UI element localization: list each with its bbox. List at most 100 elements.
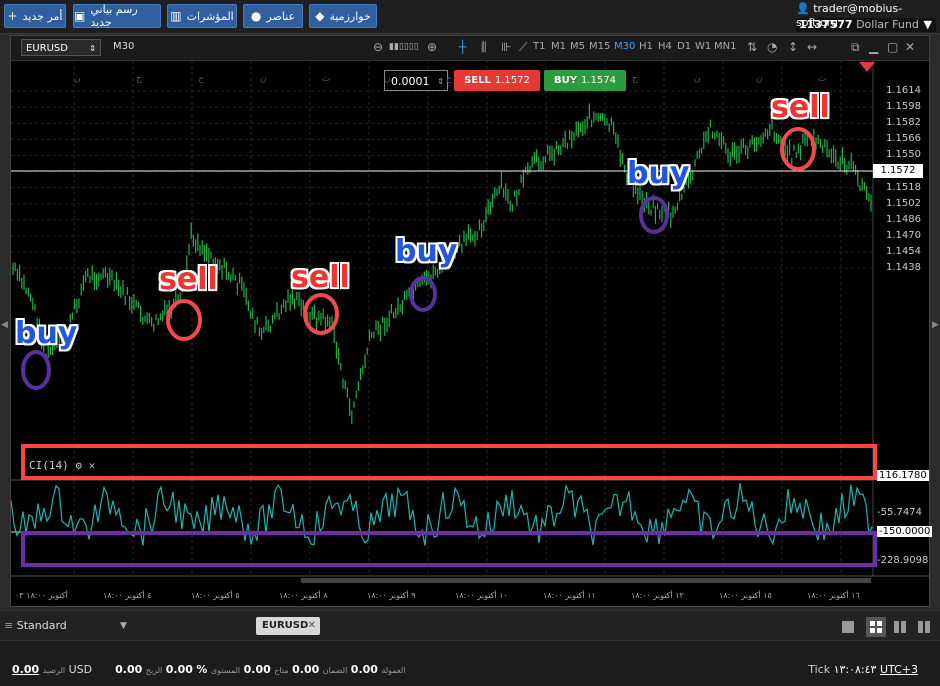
timezone-select[interactable]: UTC+3 bbox=[880, 663, 918, 676]
main-toolbar: + أمر جديد ▣ رسم بياني جديد ▥ المؤشرات ● عنا… bbox=[0, 0, 940, 34]
price-tick-label: 1.1614 bbox=[886, 85, 921, 96]
algorithm-button[interactable]: ◆ خوارزمية bbox=[309, 4, 377, 28]
user-icon: 👤 bbox=[796, 2, 810, 15]
commission-label: العمولة bbox=[381, 666, 406, 675]
clock-icon[interactable]: ◔ bbox=[767, 40, 777, 54]
level-value: 0.00 bbox=[243, 663, 271, 676]
close-tab-icon[interactable]: ✕ bbox=[308, 617, 316, 635]
zoom-in-icon[interactable]: ⊕ bbox=[427, 40, 437, 54]
chevron-down-icon: ▼ bbox=[120, 621, 127, 631]
tab-tf-D1[interactable]: D1 bbox=[677, 41, 691, 52]
tab-tf-M30[interactable]: M30 bbox=[614, 41, 635, 52]
profit-value: 0.00 bbox=[165, 663, 193, 676]
level-label: المستوى bbox=[210, 666, 241, 675]
commission-value: 0.00 bbox=[115, 663, 143, 676]
layout-select[interactable]: ≡ Standard ▼ bbox=[4, 615, 244, 637]
popout-icon[interactable]: ⧉ bbox=[851, 40, 860, 55]
day-marker: خ bbox=[632, 74, 638, 84]
crosshair-icon[interactable]: ┼ bbox=[459, 40, 466, 54]
price-tick-label: 1.1502 bbox=[886, 197, 921, 209]
balance-value: 0.00 bbox=[12, 663, 40, 676]
layout-grid-icon[interactable] bbox=[866, 617, 886, 637]
price-tick-label: 1.1566 bbox=[886, 133, 921, 145]
day-marker: ث bbox=[322, 74, 331, 84]
price-tick-label: 1.1486 bbox=[886, 213, 921, 225]
tick-time: ١٣:٠٨:٤٣ bbox=[833, 663, 877, 676]
current-timeframe-label: M30 bbox=[113, 41, 135, 52]
tab-tf-H1[interactable]: H1 bbox=[639, 41, 653, 52]
day-marker: خ bbox=[136, 74, 142, 84]
tab-tf-M15[interactable]: M15 bbox=[589, 41, 610, 52]
guarantee-label: الضمان bbox=[322, 666, 348, 675]
day-marker: ث bbox=[818, 74, 827, 84]
buy-annotation-label: buy bbox=[395, 234, 458, 269]
bars-chart-icon[interactable]: ⊪ bbox=[501, 40, 511, 54]
sell-annotation-label: sell bbox=[159, 262, 218, 297]
arrows-icon[interactable]: ↔ bbox=[807, 40, 817, 54]
maximize-icon[interactable]: ▢ bbox=[887, 40, 898, 54]
highlight-box-bottom bbox=[21, 531, 877, 567]
chevron-down-icon: ▼ bbox=[923, 18, 932, 31]
tab-eurusd[interactable]: EURUSD ✕ bbox=[256, 617, 320, 635]
candles-icon[interactable]: ⫼ bbox=[481, 40, 487, 55]
sort-icon[interactable]: ⇅ bbox=[747, 40, 757, 54]
indicator-level-label: -150.0000 bbox=[877, 526, 933, 537]
buy-button[interactable]: BUY 1.1574 bbox=[544, 70, 626, 91]
shapes-icon: ● bbox=[250, 9, 262, 23]
time-tick-label: ١١ أكتوبر ۱۸:۰۰ bbox=[543, 591, 596, 600]
buy-annotation-circle bbox=[21, 350, 51, 390]
right-panel-toggle[interactable]: ▶ bbox=[932, 320, 939, 330]
tab-tf-T1[interactable]: T1 bbox=[533, 41, 545, 52]
pin-icon[interactable]: ↕ bbox=[788, 40, 798, 54]
layout-single-icon[interactable] bbox=[842, 621, 854, 633]
close-indicator-icon[interactable]: ✕ bbox=[89, 459, 96, 472]
day-marker: ن bbox=[508, 74, 515, 84]
sell-annotation-label: sell bbox=[291, 260, 350, 295]
quantity-input[interactable]: 0.0001 ⇕ bbox=[384, 70, 448, 91]
close-icon[interactable]: ✕ bbox=[905, 40, 915, 54]
price-tick-label: 1.1470 bbox=[886, 229, 921, 241]
day-marker: ج bbox=[198, 74, 204, 84]
price-tick-label: 1.1518 bbox=[886, 181, 921, 193]
zoom-level-icon: ▮▮▯▯▯▯ bbox=[389, 42, 419, 52]
chart-toolbar: EURUSD ⇕ M30 ⊖ ▮▮▯▯▯▯ ⊕ ┼ ⫼ ⊪ ⟋ T1 M1 M5 … bbox=[11, 36, 929, 61]
minimize-icon[interactable]: ▁ bbox=[869, 40, 878, 54]
current-price-tag: 1.1572 bbox=[873, 164, 923, 178]
time-tick-label: ٥ أكتوبر ۱۸:۰۰ bbox=[191, 591, 240, 600]
symbol-select[interactable]: EURUSD ⇕ bbox=[21, 39, 101, 56]
layout-columns-icon[interactable] bbox=[894, 621, 906, 633]
profit-label: الربح bbox=[145, 666, 163, 675]
left-panel-toggle[interactable]: ◀ bbox=[1, 320, 8, 330]
day-marker: ن bbox=[260, 74, 267, 84]
indicator-line bbox=[11, 483, 873, 546]
day-marker: ن bbox=[694, 74, 701, 84]
horizontal-scrollbar bbox=[301, 578, 871, 583]
buy-annotation-label: buy bbox=[15, 316, 78, 351]
tab-tf-M5[interactable]: M5 bbox=[570, 41, 585, 52]
new-chart-button[interactable]: ▣ رسم بياني جديد bbox=[73, 3, 161, 29]
indicators-button[interactable]: ▥ المؤشرات bbox=[167, 4, 237, 28]
tab-tf-M1[interactable]: M1 bbox=[551, 41, 566, 52]
tab-tf-W1[interactable]: W1 bbox=[695, 41, 711, 52]
time-tick-label: ١٠ أكتوبر ۱۸:۰۰ bbox=[455, 591, 508, 600]
tab-tf-H4[interactable]: H4 bbox=[658, 41, 672, 52]
objects-button[interactable]: ● عناصر bbox=[243, 4, 303, 28]
time-tick-label: ١٢ أكتوبر ۱۸:۰۰ bbox=[631, 591, 684, 600]
stepper-icon: ⇕ bbox=[89, 44, 96, 53]
gear-icon[interactable]: ⚙ bbox=[75, 459, 82, 472]
level-unit: % bbox=[196, 663, 208, 676]
new-order-button[interactable]: + أمر جديد bbox=[4, 4, 66, 28]
layout-rows-icon[interactable] bbox=[918, 621, 930, 633]
sell-annotation-label: sell bbox=[771, 90, 830, 125]
tab-tf-MN1[interactable]: MN1 bbox=[714, 41, 736, 52]
price-chart[interactable] bbox=[11, 60, 929, 606]
day-marker: ن bbox=[756, 74, 763, 84]
account-balance[interactable]: 1137577 Dollar Fund ▼ bbox=[796, 18, 936, 32]
guarantee-value: 0.00 bbox=[350, 663, 378, 676]
status-bar: 0.00 الرصيد USD 0.00 العمولة 0.00 الضمان… bbox=[0, 640, 940, 686]
line-chart-icon[interactable]: ⟋ bbox=[519, 40, 527, 55]
zoom-out-icon[interactable]: ⊖ bbox=[373, 40, 383, 54]
available-value: 0.00 bbox=[292, 663, 320, 676]
sell-button[interactable]: SELL 1.1572 bbox=[454, 70, 540, 91]
price-tick-label: 1.1438 bbox=[886, 262, 921, 274]
